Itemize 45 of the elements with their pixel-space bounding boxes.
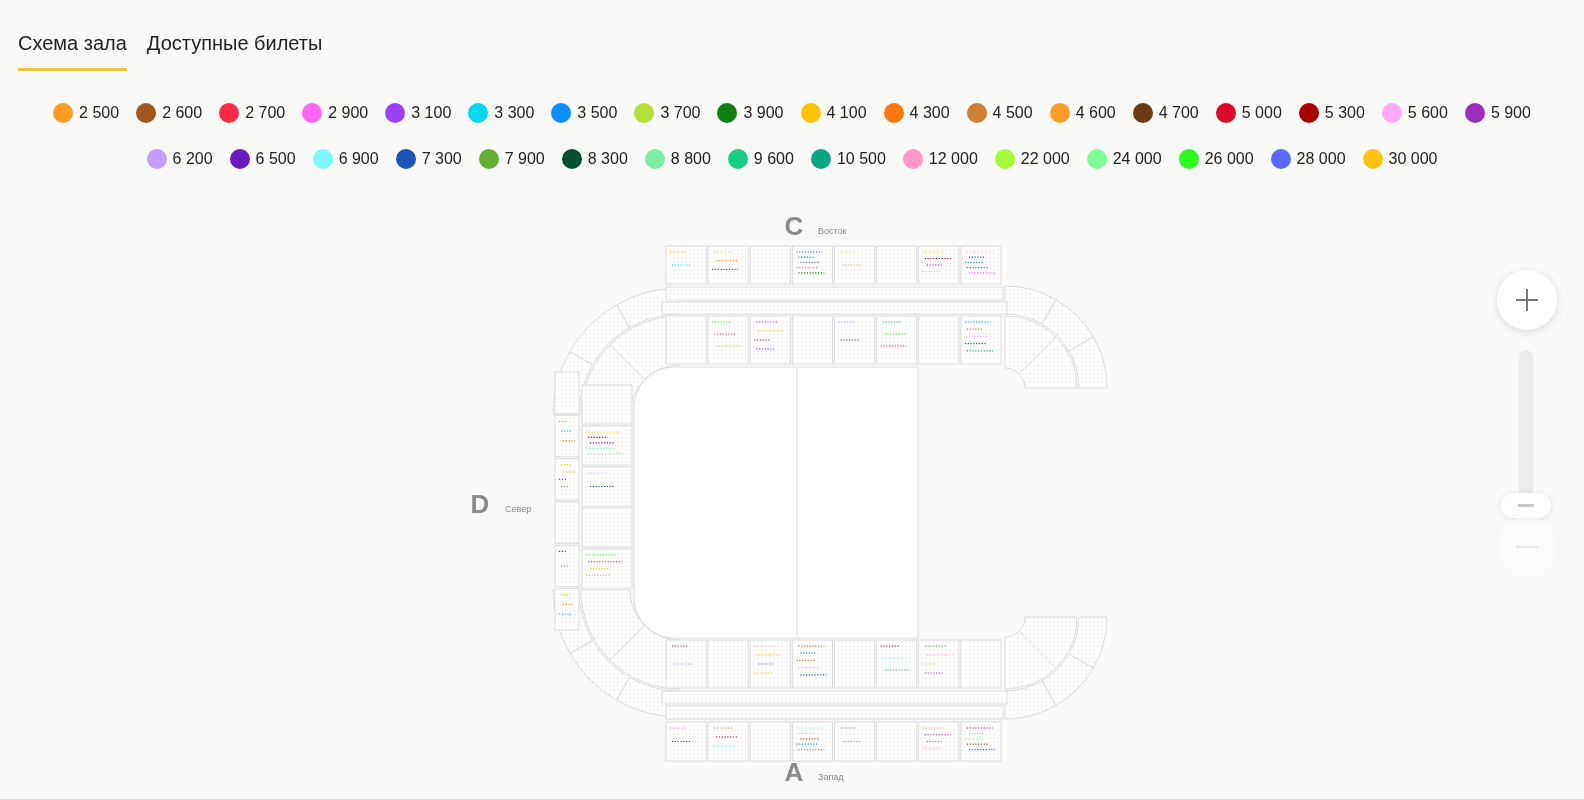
price-label: 6 200 [172, 149, 213, 169]
price-label: 24 000 [1112, 149, 1162, 169]
price-label: 5 000 [1241, 103, 1282, 123]
price-label: 3 500 [577, 103, 618, 123]
stand-name: Восток [818, 226, 847, 236]
price-label: 8 300 [587, 149, 628, 169]
stand-letter: C [784, 211, 804, 241]
price-label: 3 900 [743, 103, 784, 123]
price-label: 2 500 [79, 103, 120, 123]
plus-icon [1515, 288, 1539, 312]
price-label: 6 500 [255, 149, 296, 169]
stand-letter: A [784, 757, 804, 787]
price-label: 5 600 [1407, 103, 1448, 123]
tab[interactable]: Доступные билеты [146, 28, 323, 71]
price-label: 4 300 [909, 103, 950, 123]
price-label: 2 900 [328, 103, 369, 123]
zoom-in-button[interactable] [1497, 270, 1557, 330]
stand-name: Север [505, 504, 532, 514]
price-label: 4 600 [1075, 103, 1116, 123]
tab[interactable]: Схема зала [18, 28, 127, 71]
price-label: 2 600 [162, 103, 203, 123]
price-label: 6 900 [338, 149, 379, 169]
zoom-slider-track[interactable] [1519, 350, 1533, 493]
price-label: 8 800 [670, 149, 711, 169]
stand-name: Запад [818, 772, 844, 782]
price-label: 3 300 [494, 103, 535, 123]
price-label: 4 100 [826, 103, 867, 123]
price-label: 3 100 [411, 103, 452, 123]
price-label: 5 900 [1490, 103, 1531, 123]
price-label: 10 500 [836, 149, 886, 169]
price-label: 7 900 [504, 149, 545, 169]
price-label: 30 000 [1388, 149, 1438, 169]
price-label: 28 000 [1296, 149, 1346, 169]
price-label: 3 700 [660, 103, 701, 123]
price-label: 26 000 [1204, 149, 1254, 169]
price-label: 9 600 [753, 149, 794, 169]
price-label: 7 300 [421, 149, 462, 169]
price-label: 4 700 [1158, 103, 1199, 123]
price-label: 2 700 [245, 103, 286, 123]
stand-letter: D [470, 489, 490, 519]
price-label: 4 500 [992, 103, 1033, 123]
price-label: 12 000 [928, 149, 978, 169]
price-label: 22 000 [1020, 149, 1070, 169]
zoom-slider-thumb[interactable] [1501, 493, 1551, 518]
price-label: 5 300 [1324, 103, 1365, 123]
